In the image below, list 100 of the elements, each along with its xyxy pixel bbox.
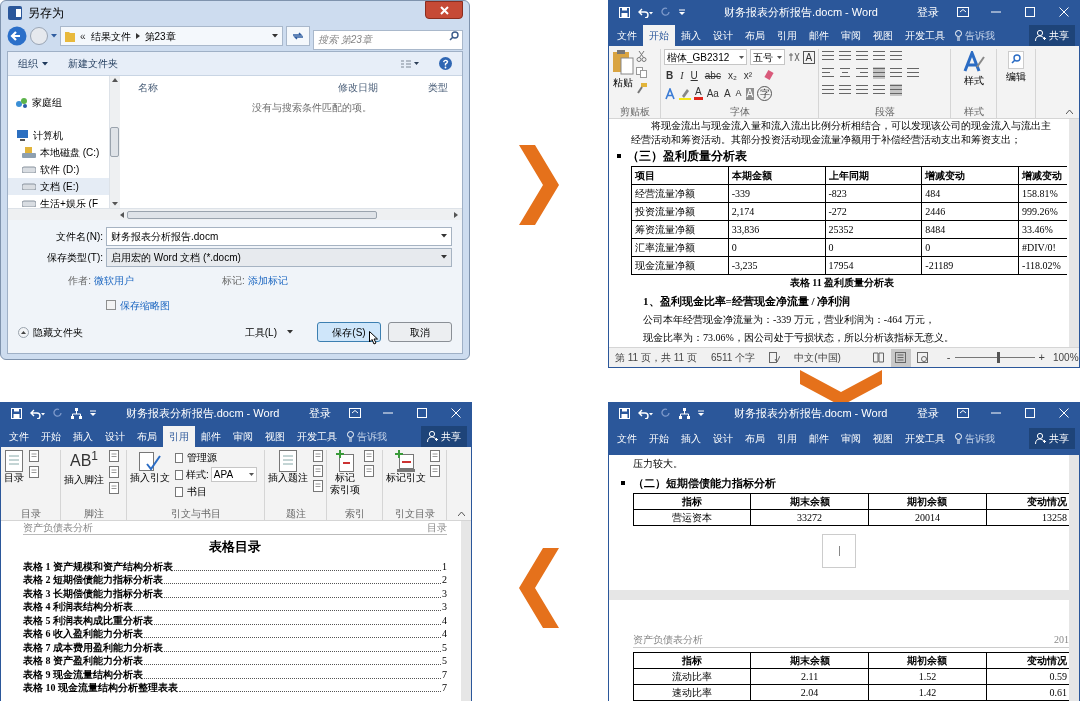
add-text-icon[interactable] — [28, 450, 40, 462]
zoom-slider[interactable] — [954, 352, 1035, 364]
update-table-icon[interactable] — [312, 465, 324, 477]
customize-toolbar-icon[interactable] — [90, 410, 96, 416]
paste-button[interactable]: 粘贴 — [612, 49, 634, 104]
ribbon-tab[interactable]: 插入 — [675, 428, 707, 449]
mark-citation-button[interactable]: 标记引文 — [386, 450, 426, 506]
dropdown-field[interactable]: 启用宏的 Word 文档 (*.docm) — [106, 247, 452, 267]
toc-entry[interactable]: 表格 2 短期偿债能力指标分析表 — [23, 574, 163, 586]
shrink-font-button[interactable]: A — [734, 86, 743, 101]
italic-button[interactable]: I — [678, 68, 686, 83]
address-bar[interactable]: « 结果文件 第23章 — [60, 26, 283, 46]
share-button[interactable]: 共享 — [1029, 25, 1075, 46]
undo-icon[interactable] — [30, 407, 45, 419]
collapse-ribbon-icon[interactable] — [1066, 109, 1073, 114]
highlighter-icon[interactable] — [679, 87, 691, 100]
undo-icon[interactable] — [638, 6, 653, 18]
copy-icon[interactable] — [636, 67, 647, 78]
align-center-icon[interactable] — [839, 67, 851, 79]
styles-button[interactable]: 样式 — [962, 49, 985, 104]
zoom-in-button[interactable]: + — [1038, 349, 1045, 366]
view-button[interactable] — [890, 348, 911, 367]
redo-icon[interactable] — [53, 408, 63, 418]
ribbon-tab[interactable]: 布局 — [131, 426, 163, 447]
language-indicator[interactable]: 中文(中国) — [794, 350, 841, 366]
insert-caption-button[interactable]: 插入题注 — [268, 450, 308, 506]
link[interactable]: 微软用户 — [94, 272, 134, 288]
insert-index-icon[interactable] — [363, 450, 375, 462]
insert-footnote-button[interactable]: AB$^{1}$ 插入脚注 — [64, 450, 104, 506]
format-painter-icon[interactable] — [636, 83, 647, 94]
column-header[interactable]: 修改日期 — [332, 79, 422, 95]
view-options-icon[interactable] — [401, 59, 419, 68]
update-table-icon[interactable] — [28, 466, 40, 478]
ribbon-tab[interactable]: 引用 — [163, 426, 195, 447]
scroll-thumb[interactable] — [127, 210, 377, 219]
new-folder-button[interactable]: 新建文件夹 — [68, 56, 118, 71]
scrollbar[interactable] — [8, 208, 462, 220]
ribbon-tab[interactable]: 引用 — [771, 428, 803, 449]
ribbon-display-icon[interactable] — [349, 408, 361, 418]
scrollbar[interactable] — [461, 521, 471, 701]
breadcrumb-overflow[interactable]: « — [80, 28, 86, 44]
tell-me-button[interactable]: 告诉我 — [951, 25, 999, 46]
checkbox-label[interactable]: 保存缩略图 — [120, 297, 170, 313]
sign-in-link[interactable]: 登录 — [309, 404, 331, 422]
mark-entry-button[interactable]: 标记 索引项 — [330, 450, 360, 506]
ribbon-tab[interactable]: 文件 — [611, 428, 643, 449]
undo-icon[interactable] — [638, 407, 653, 419]
toc-entry[interactable]: 表格 1 资产规模和资产结构分析表 — [23, 560, 173, 573]
toc-entry[interactable]: 表格 7 成本费用盈利能力分析表 — [23, 641, 163, 654]
ribbon-tab[interactable]: 设计 — [707, 428, 739, 449]
font-size-field[interactable]: 五号 — [750, 49, 785, 65]
ribbon-tab[interactable]: 邮件 — [803, 428, 835, 449]
column-header[interactable]: 类型 — [422, 79, 462, 95]
ribbon-tab[interactable]: 开始 — [643, 428, 675, 449]
zoom-level[interactable]: 100% — [1052, 350, 1079, 366]
toc-entry[interactable]: 表格 5 利润表构成比重分析表 — [23, 614, 153, 627]
word-count[interactable]: 6511 个字 — [710, 350, 756, 366]
search-field[interactable]: 搜索 第23章 — [313, 29, 463, 50]
ribbon-tab[interactable]: 文件 — [611, 25, 643, 46]
show-notes-icon[interactable] — [108, 482, 120, 494]
nav-item[interactable]: 本地磁盘 (C:) — [8, 144, 109, 161]
proofing-icon[interactable] — [769, 352, 781, 364]
bold-button[interactable]: B — [664, 68, 676, 83]
slider-thumb[interactable] — [997, 352, 1000, 364]
ribbon-tab[interactable]: 邮件 — [803, 25, 835, 46]
collapse-ribbon-icon[interactable] — [458, 512, 465, 516]
ribbon-tab[interactable]: 视图 — [867, 428, 899, 449]
superscript-button[interactable]: x² — [741, 68, 755, 83]
redo-icon[interactable] — [661, 7, 671, 17]
ribbon-tab[interactable]: 审阅 — [835, 428, 867, 449]
toc-entry[interactable]: 表格 8 资产盈利能力分析表 — [23, 655, 143, 667]
toc-entry[interactable]: 表格 9 现金流量结构分析表 — [23, 668, 143, 681]
scrollbar[interactable] — [108, 76, 120, 208]
scrollbar[interactable] — [1069, 118, 1079, 348]
save-icon[interactable] — [619, 407, 630, 419]
sign-in-link[interactable]: 登录 — [917, 404, 939, 422]
tell-me-button[interactable]: 告诉我 — [951, 428, 999, 449]
font-color-button[interactable]: A — [694, 87, 703, 100]
hide-folders-button[interactable]: 隐藏文件夹 — [18, 324, 83, 340]
help-icon[interactable] — [439, 57, 452, 70]
sign-in-link[interactable]: 登录 — [917, 3, 939, 21]
scroll-thumb[interactable] — [110, 127, 120, 157]
ribbon-tab[interactable]: 布局 — [739, 25, 771, 46]
update-authorities-icon[interactable] — [429, 465, 441, 477]
next-footnote-icon[interactable] — [108, 466, 120, 478]
ribbon-tab[interactable]: 邮件 — [195, 426, 227, 447]
tell-me-button[interactable]: 告诉我 — [343, 426, 391, 447]
ribbon-tab[interactable]: 开发工具 — [899, 428, 951, 449]
ribbon-tab[interactable]: 开始 — [35, 426, 67, 447]
redo-icon[interactable] — [661, 408, 671, 418]
cancel-button[interactable]: 取消 — [388, 322, 452, 342]
grow-font-button[interactable]: A — [722, 86, 732, 101]
toc-entry[interactable]: 表格 3 长期偿债能力指标分析表 — [23, 587, 163, 600]
underline-button[interactable]: U — [688, 68, 700, 83]
bibliography-icon[interactable] — [174, 486, 184, 497]
ribbon-tab[interactable]: 审阅 — [835, 25, 867, 46]
ribbon-tab[interactable]: 布局 — [739, 428, 771, 449]
toc-entry[interactable]: 表格 4 利润表结构分析表 — [23, 601, 133, 613]
align-left-icon[interactable] — [822, 67, 834, 79]
ribbon-tab[interactable]: 开始 — [643, 25, 675, 46]
